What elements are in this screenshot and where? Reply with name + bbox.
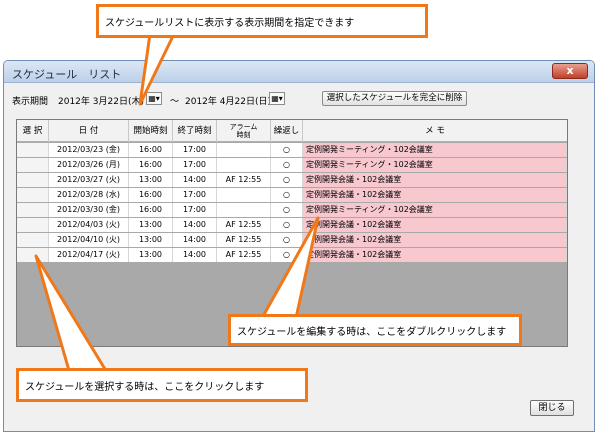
arrow-select-to-column	[34, 254, 110, 376]
callout-period-text: スケジュールリストに表示する表示期間を指定できます	[105, 17, 355, 29]
callout-edit: スケジュールを編集する時は、ここをダブルクリックします	[228, 314, 522, 346]
arrow-top-to-filter	[138, 32, 176, 106]
callout-period: スケジュールリストに表示する表示期間を指定できます	[96, 4, 428, 38]
callout-edit-text: スケジュールを編集する時は、ここをダブルクリックします	[237, 326, 507, 338]
arrow-edit-to-memo	[260, 216, 320, 320]
callout-select-text: スケジュールを選択する時は、ここをクリックします	[25, 381, 265, 393]
callout-select: スケジュールを選択する時は、ここをクリックします	[16, 368, 308, 402]
